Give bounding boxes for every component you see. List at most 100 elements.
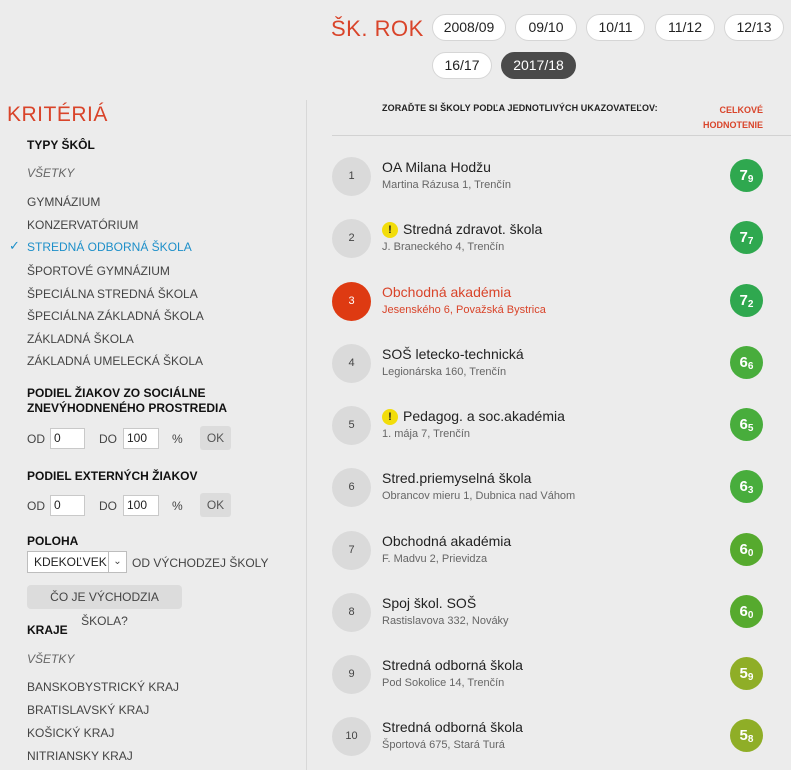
school-name-text: SOŠ letecko-technická — [382, 346, 524, 362]
regions-heading: KRAJE — [27, 623, 68, 637]
column-divider — [306, 100, 307, 770]
school-type-all[interactable]: VŠETKY — [27, 166, 74, 180]
rank-badge: 6 — [332, 468, 371, 507]
school-address: J. Braneckého 4, Trenčín — [382, 241, 505, 253]
school-type-zakladna-umelecka[interactable]: ZÁKLADNÁ UMELECKÁ ŠKOLA — [27, 354, 203, 368]
warning-icon[interactable]: ! — [382, 409, 398, 425]
school-row[interactable]: 10 Stredná odborná škola Športová 675, Sta… — [332, 717, 791, 770]
overall-score-badge: 66 — [730, 346, 763, 379]
school-type-specialna-stredna[interactable]: ŠPECIÁLNA STREDNÁ ŠKOLA — [27, 287, 198, 301]
school-type-konzervatorium[interactable]: KONZERVATÓRIUM — [27, 218, 138, 232]
school-type-specialna-zakladna[interactable]: ŠPECIÁLNA ZÁKLADNÁ ŠKOLA — [27, 309, 204, 323]
social-from-label: OD — [27, 432, 45, 446]
year-2017-18-button[interactable]: 2017/18 — [501, 52, 576, 79]
year-09-10-button[interactable]: 09/10 — [515, 14, 577, 41]
school-name[interactable]: Obchodná akadémia — [382, 533, 511, 549]
overall-score-header[interactable]: CELKOVÉ HODNOTENIE — [703, 103, 763, 133]
school-year-title: ŠK. ROK — [331, 16, 424, 41]
location-heading: POLOHA — [27, 534, 79, 548]
school-name-text: Obchodná akadémia — [382, 284, 512, 300]
external-share-heading: PODIEL EXTERNÝCH ŽIAKOV — [27, 469, 198, 483]
social-ok-button[interactable]: OK — [200, 426, 231, 450]
school-address: Legionárska 160, Trenčín — [382, 366, 507, 378]
overall-score-badge: 58 — [730, 719, 763, 752]
school-name-text: Obchodná akadémia — [382, 533, 512, 549]
score-decimal: 7 — [747, 236, 754, 247]
region-all[interactable]: VŠETKY — [27, 652, 74, 666]
school-row[interactable]: 7 Obchodná akadémia F. Madvu 2, Prievidza 6… — [332, 531, 791, 591]
school-name-text: Spoj škol. SOŠ — [382, 595, 477, 611]
year-10-11-button[interactable]: 10/11 — [586, 14, 645, 41]
external-from-input[interactable]: 0 — [50, 495, 85, 516]
school-name[interactable]: SOŠ letecko-technická — [382, 346, 524, 362]
score-decimal: 0 — [747, 548, 754, 559]
school-row[interactable]: 6 Stred.priemyselná škola Obrancov mieru 1… — [332, 468, 791, 528]
location-select[interactable]: KDEKOĽVEK ⌄ — [27, 551, 127, 573]
year-16-17-button[interactable]: 16/17 — [432, 52, 492, 79]
school-name[interactable]: Stred.priemyselná škola — [382, 470, 531, 486]
social-from-input[interactable]: 0 — [50, 428, 85, 449]
region-banskobystricky[interactable]: BANSKOBYSTRICKÝ KRAJ — [27, 680, 179, 694]
overall-score-badge: 60 — [730, 595, 763, 628]
overall-score-badge: 59 — [730, 657, 763, 690]
score-decimal: 9 — [747, 672, 754, 683]
year-12-13-button[interactable]: 12/13 — [724, 14, 784, 41]
school-name[interactable]: OA Milana Hodžu — [382, 159, 491, 175]
external-ok-button[interactable]: OK — [200, 493, 231, 517]
overall-score-header-line1: CELKOVÉ — [719, 105, 763, 115]
rank-badge: 3 — [332, 282, 371, 321]
school-row[interactable]: 2! Stredná zdravot. škola J. Braneckého 4,… — [332, 219, 791, 279]
score-decimal: 9 — [747, 174, 754, 185]
overall-score-badge: 79 — [730, 159, 763, 192]
school-address: 1. mája 7, Trenčín — [382, 428, 471, 440]
score-decimal: 5 — [747, 423, 754, 434]
overall-score-badge: 77 — [730, 221, 763, 254]
school-type-sportove-gymnazium[interactable]: ŠPORTOVÉ GYMNÁZIUM — [27, 264, 170, 278]
school-row[interactable]: 3 Obchodná akadémia Jesenského 6, Považská… — [332, 282, 791, 342]
score-integer: 6 — [739, 354, 748, 371]
score-decimal: 8 — [747, 734, 754, 745]
warning-icon[interactable]: ! — [382, 222, 398, 238]
school-name-text: Stredná zdravot. škola — [403, 221, 543, 237]
school-address: Jesenského 6, Považská Bystrica — [382, 304, 546, 316]
external-to-input[interactable]: 100 — [123, 495, 159, 516]
score-integer: 6 — [739, 603, 748, 620]
social-to-input[interactable]: 100 — [123, 428, 159, 449]
year-11-12-button[interactable]: 11/12 — [655, 14, 715, 41]
region-kosicky[interactable]: KOŠICKÝ KRAJ — [27, 726, 114, 740]
school-name[interactable]: ! Pedagog. a soc.akadémia — [382, 408, 565, 425]
rank-badge: 8 — [332, 593, 371, 632]
overall-score-badge: 65 — [730, 408, 763, 441]
school-type-stredna-odborna[interactable]: STREDNÁ ODBORNÁ ŠKOLA — [27, 240, 192, 254]
school-name[interactable]: Stredná odborná škola — [382, 657, 523, 673]
school-name[interactable]: Spoj škol. SOŠ — [382, 595, 476, 611]
school-type-gymnazium[interactable]: GYMNÁZIUM — [27, 195, 100, 209]
sort-label: ZORAĎTE SI ŠKOLY PODĽA JEDNOTLIVÝCH UKAZ… — [382, 103, 658, 113]
region-bratislavsky[interactable]: BRATISLAVSKÝ KRAJ — [27, 703, 149, 717]
rank-badge: 1 — [332, 157, 371, 196]
year-2008-09-button[interactable]: 2008/09 — [432, 14, 506, 41]
school-name[interactable]: Obchodná akadémia — [382, 284, 511, 300]
social-share-heading: PODIEL ŽIAKOV ZO SOCIÁLNE ZNEVÝHODNENÉHO… — [27, 386, 227, 416]
score-integer: 5 — [739, 665, 748, 682]
school-row[interactable]: 5 ! Pedagog. a soc.akadémia 1. mája 7, Tren… — [332, 406, 791, 466]
school-name-text: Stredná odborná škola — [382, 719, 523, 735]
school-name[interactable]: Stredná odborná škola — [382, 719, 523, 735]
score-decimal: 2 — [747, 299, 754, 310]
score-integer: 6 — [739, 416, 748, 433]
school-row[interactable]: 8 Spoj škol. SOŠ Rastislavova 332, Nováky 6… — [332, 593, 791, 653]
school-row[interactable]: 1 OA Milana Hodžu Martina Rázusa 1, Trenčí… — [332, 157, 791, 217]
social-share-heading-line2: ZNEVÝHODNENÉHO PROSTREDIA — [27, 401, 228, 415]
overall-score-badge: 72 — [730, 284, 763, 317]
school-address: Rastislavova 332, Nováky — [382, 615, 509, 627]
school-name[interactable]: ! Stredná zdravot. škola — [382, 221, 542, 238]
region-nitriansky[interactable]: NITRIANSKY KRAJ — [27, 749, 133, 763]
school-row[interactable]: 9 Stredná odborná škola Pod Sokolice 14, T… — [332, 655, 791, 715]
list-header-divider — [332, 135, 791, 136]
score-integer: 7 — [739, 167, 748, 184]
social-share-heading-line1: PODIEL ŽIAKOV ZO SOCIÁLNE — [27, 386, 206, 400]
school-row[interactable]: 4 SOŠ letecko-technická Legionárska 160, T… — [332, 344, 791, 404]
school-type-zakladna[interactable]: ZÁKLADNÁ ŠKOLA — [27, 332, 134, 346]
rank-badge: 10 — [332, 717, 371, 756]
what-is-base-school-button[interactable]: ČO JE VÝCHODZIA ŠKOLA? — [27, 585, 182, 628]
